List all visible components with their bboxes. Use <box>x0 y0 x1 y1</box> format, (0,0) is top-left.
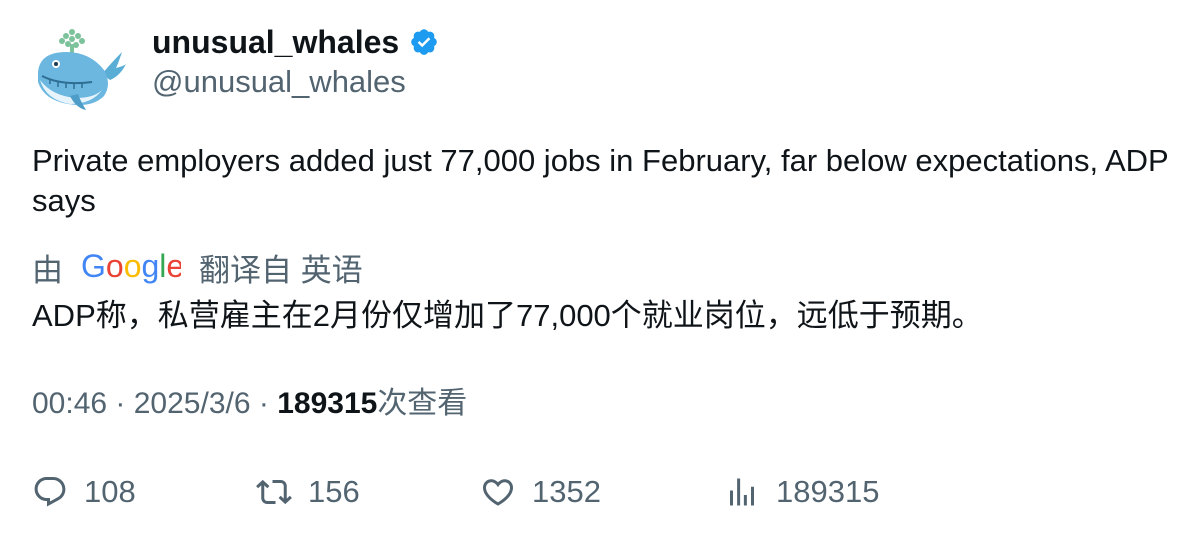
user-handle[interactable]: @unusual_whales <box>152 62 439 102</box>
svg-text:Google: Google <box>81 249 181 284</box>
like-count: 1352 <box>532 474 601 509</box>
translated-from-label[interactable]: 翻译自 英语 <box>199 245 363 290</box>
meta-separator: · <box>258 387 278 420</box>
reply-icon <box>34 477 66 507</box>
views-action-count: 189315 <box>776 474 880 509</box>
verified-badge-icon <box>409 27 439 57</box>
views-button[interactable]: 189315 <box>724 470 879 514</box>
views-count: 189315 <box>277 387 378 420</box>
tweet-card: unusual_whales @unusual_whales Private e… <box>0 0 1196 538</box>
whale-icon <box>38 29 126 110</box>
tweet-meta: 00:46 · 2025/3/6 · 189315次查看 <box>32 384 467 424</box>
translation-attribution: 由 Google 翻译自 英语 <box>32 246 363 288</box>
tweet-time[interactable]: 00:46 <box>32 387 107 420</box>
retweet-button[interactable]: 156 <box>256 470 360 514</box>
like-button[interactable]: 1352 <box>480 470 601 514</box>
translated-by-label: 由 <box>32 252 63 288</box>
reply-count: 108 <box>84 474 136 509</box>
retweet-icon <box>256 479 292 505</box>
analytics-icon <box>730 478 754 506</box>
tweet-text: Private employers added just 77,000 jobs… <box>32 143 1169 218</box>
tweet-date[interactable]: 2025/3/6 <box>134 387 251 420</box>
translated-text: ADP称，私营雇主在2月份仅增加了77,000个就业岗位，远低于预期。 <box>32 298 983 333</box>
action-bar: 108 156 1352 189315 <box>32 470 1132 514</box>
reply-button[interactable]: 108 <box>32 470 136 514</box>
google-logo-icon: Google <box>81 248 184 285</box>
heart-icon <box>482 479 514 506</box>
display-name[interactable]: unusual_whales <box>152 22 399 62</box>
tweet-header: unusual_whales @unusual_whales <box>152 22 439 102</box>
meta-separator: · <box>115 387 134 420</box>
name-row: unusual_whales <box>152 22 439 62</box>
retweet-count: 156 <box>308 474 360 509</box>
avatar[interactable] <box>32 24 128 120</box>
views-suffix: 次查看 <box>377 387 468 420</box>
